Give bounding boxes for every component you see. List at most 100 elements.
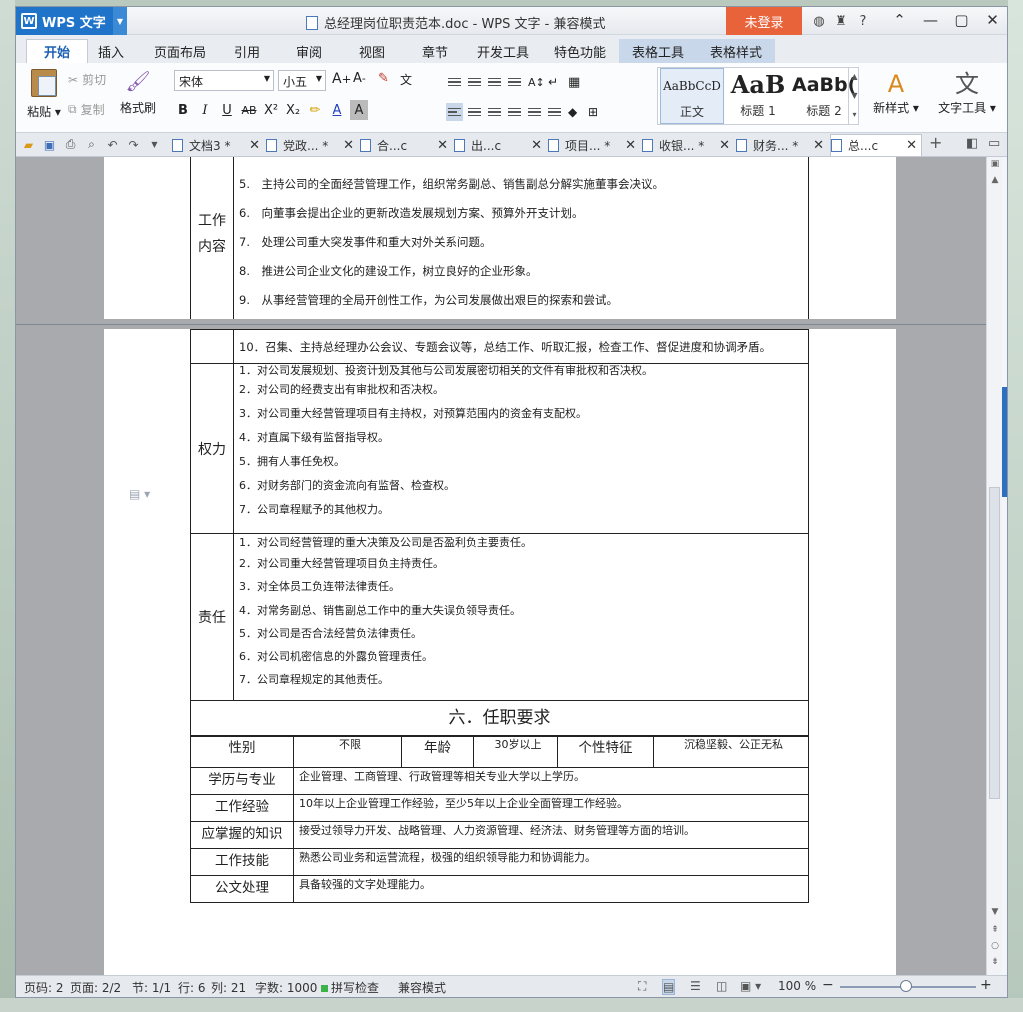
web-view-icon[interactable]: ◫ <box>716 979 727 993</box>
bold-icon[interactable]: B <box>174 100 192 120</box>
doc-tab-close-icon[interactable]: ✕ <box>437 138 448 153</box>
tab-list-icon[interactable]: ◧ <box>966 136 978 151</box>
tab-insert[interactable]: 插入 <box>88 39 134 63</box>
help-icon[interactable]: ? <box>852 11 874 31</box>
numbering-icon[interactable] <box>466 73 483 91</box>
wps-menu-button[interactable]: W WPS 文字 ▼ <box>16 7 127 35</box>
strikethrough-icon[interactable]: AB <box>240 100 258 120</box>
tab-review[interactable]: 审阅 <box>286 39 332 63</box>
reading-view-icon[interactable]: ▣ ▾ <box>740 979 761 993</box>
close-icon[interactable]: ✕ <box>977 9 1007 31</box>
fullscreen-view-icon[interactable]: ⛶ <box>638 979 646 994</box>
tab-features[interactable]: 特色功能 <box>546 39 614 63</box>
vertical-scrollbar[interactable]: ▣ ▲ ▼ ⇞ ○ ⇟ <box>986 157 1002 975</box>
justify-icon[interactable] <box>506 103 523 121</box>
login-button[interactable]: 未登录 <box>726 7 802 35</box>
zoom-in-icon[interactable]: + <box>980 977 992 993</box>
scroll-down-icon[interactable]: ▼ <box>987 907 1003 921</box>
shading-icon[interactable]: ◆ <box>566 103 583 121</box>
paste-button[interactable]: 粘贴 ▾ <box>24 69 64 120</box>
font-size-select[interactable]: 小五 ▼ <box>278 70 326 91</box>
align-center-icon[interactable] <box>466 103 483 121</box>
doc-tab-close-icon[interactable]: ✕ <box>719 138 730 153</box>
tab-home[interactable]: 开始 <box>26 39 88 63</box>
open-icon[interactable]: ▰ <box>20 136 37 153</box>
tab-references[interactable]: 引用 <box>224 39 270 63</box>
scroll-up-icon[interactable]: ▲ <box>987 175 1003 189</box>
sort-icon[interactable]: A↕ <box>526 73 545 91</box>
doc-tab-7[interactable]: 财务... * ✕ <box>736 134 828 156</box>
italic-icon[interactable]: I <box>196 100 214 120</box>
save-icon[interactable]: ▣ <box>41 136 58 153</box>
tab-table-style[interactable]: 表格样式 <box>697 39 775 63</box>
doc-tab-close-icon[interactable]: ✕ <box>249 138 260 153</box>
print-preview-icon[interactable]: ⌕ <box>83 136 100 153</box>
font-color-icon[interactable]: A <box>328 100 346 120</box>
tab-developer[interactable]: 开发工具 <box>470 39 536 63</box>
tab-menu-icon[interactable]: ▭ <box>988 136 1000 151</box>
document-area[interactable]: 工作 内容 5. 主持公司的全面经营管理工作，组织常务副总、销售副总分解实施董事… <box>16 157 986 975</box>
format-painter-button[interactable]: 🖌 格式刷 <box>120 69 156 116</box>
prev-page-icon[interactable]: ⇞ <box>987 925 1003 939</box>
doc-tab-close-icon[interactable]: ✕ <box>813 138 824 153</box>
underline-icon[interactable]: U <box>218 100 236 120</box>
align-right-icon[interactable] <box>486 103 503 121</box>
tab-chapter[interactable]: 章节 <box>412 39 458 63</box>
status-page[interactable]: 页码: 2 <box>24 979 64 996</box>
text-tools-button[interactable]: 文 文字工具 ▾ <box>934 69 1000 116</box>
align-left-icon[interactable] <box>446 103 463 121</box>
style-gallery-scroll[interactable]: ▲ ▼ ▾ <box>848 67 860 125</box>
tab-view[interactable]: 视图 <box>349 39 395 63</box>
decrease-indent-icon[interactable] <box>486 73 503 91</box>
collapse-ribbon-icon[interactable]: ⌃ <box>884 9 915 31</box>
print-icon[interactable]: ⎙ <box>62 136 79 153</box>
page-note-icon[interactable]: ▤ ▾ <box>129 487 150 501</box>
show-marks-icon[interactable]: ↵ <box>546 73 563 91</box>
zoom-out-icon[interactable]: − <box>822 977 834 993</box>
shirt-icon[interactable]: ♜ <box>830 11 852 31</box>
doc-tab-3[interactable]: 合...c ✕ <box>360 134 452 156</box>
distribute-icon[interactable] <box>526 103 543 121</box>
doc-tab-5[interactable]: 项目... * ✕ <box>548 134 640 156</box>
style-normal[interactable]: AaBbCcD 正文 <box>660 68 724 124</box>
doc-tab-close-icon[interactable]: ✕ <box>531 138 542 153</box>
doc-tab-6[interactable]: 收银... * ✕ <box>642 134 734 156</box>
new-tab-icon[interactable]: + <box>929 133 942 152</box>
borders-icon[interactable]: ⊞ <box>586 103 603 121</box>
split-view-icon[interactable]: ▣ <box>987 159 1003 173</box>
page-view-icon[interactable]: ▤ <box>662 979 676 995</box>
style-heading2[interactable]: AaBb( 标题 2 <box>792 68 856 124</box>
doc-tab-4[interactable]: 出...c ✕ <box>454 134 546 156</box>
outline-view-icon[interactable]: ☰ <box>690 979 701 993</box>
qa-more-icon[interactable]: ▼ <box>146 136 163 153</box>
maximize-icon[interactable]: ▢ <box>946 9 977 31</box>
app-menu-caret-icon[interactable]: ▼ <box>113 7 127 35</box>
style-heading1[interactable]: AaB 标题 1 <box>726 68 790 124</box>
highlight-icon[interactable]: ✏ <box>306 100 324 120</box>
side-panel-toggle[interactable] <box>1002 387 1007 497</box>
line-spacing-icon[interactable] <box>546 103 563 121</box>
redo-icon[interactable]: ↷ <box>125 136 142 153</box>
minimize-icon[interactable]: — <box>915 9 946 31</box>
doc-tab-close-icon[interactable]: ✕ <box>343 138 354 153</box>
browse-object-icon[interactable]: ○ <box>987 941 1003 955</box>
doc-tab-2[interactable]: 党政... * ✕ <box>266 134 358 156</box>
doc-tab-close-icon[interactable]: ✕ <box>625 138 636 153</box>
char-shading-icon[interactable]: A <box>350 100 368 120</box>
doc-tab-1[interactable]: 文档3 * ✕ <box>172 134 264 156</box>
tab-table-tools[interactable]: 表格工具 <box>619 39 697 63</box>
cut-button[interactable]: ✂ 剪切 <box>68 71 106 88</box>
doc-tab-close-icon[interactable]: ✕ <box>906 138 917 153</box>
clear-format-icon[interactable]: ✎ <box>378 71 389 86</box>
scrollbar-thumb[interactable] <box>989 487 1000 799</box>
zoom-level[interactable]: 100 % <box>778 979 816 993</box>
subscript-icon[interactable]: X₂ <box>284 100 302 120</box>
phonetic-icon[interactable]: 文 <box>400 71 412 88</box>
doc-tab-8[interactable]: 总...c ✕ <box>830 134 922 156</box>
undo-icon[interactable]: ↶ <box>104 136 121 153</box>
status-words[interactable]: 字数: 1000 <box>255 979 317 996</box>
zoom-slider-knob[interactable] <box>900 980 912 992</box>
font-name-select[interactable]: 宋体 ▼ <box>174 70 274 91</box>
increase-indent-icon[interactable] <box>506 73 523 91</box>
table-icon[interactable]: ▦ <box>566 73 583 91</box>
